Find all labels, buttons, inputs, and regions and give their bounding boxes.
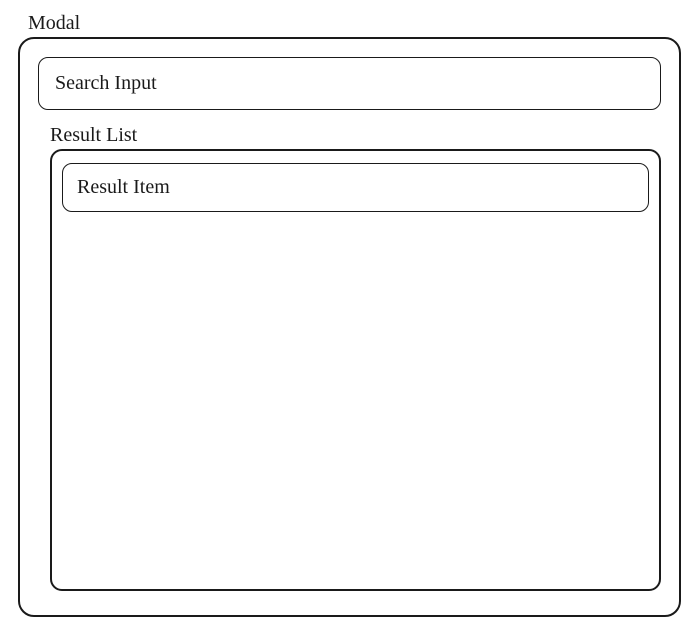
search-input-placeholder: Search Input [55,72,157,94]
result-item[interactable]: Result Item [62,163,649,212]
modal-title-label: Modal [28,12,681,35]
result-item-label: Result Item [77,176,170,198]
search-input[interactable]: Search Input [38,57,661,110]
result-list-container: Result Item [50,149,661,591]
result-list-title-label: Result List [50,124,667,147]
modal-container: Search Input Result List Result Item [18,37,681,617]
